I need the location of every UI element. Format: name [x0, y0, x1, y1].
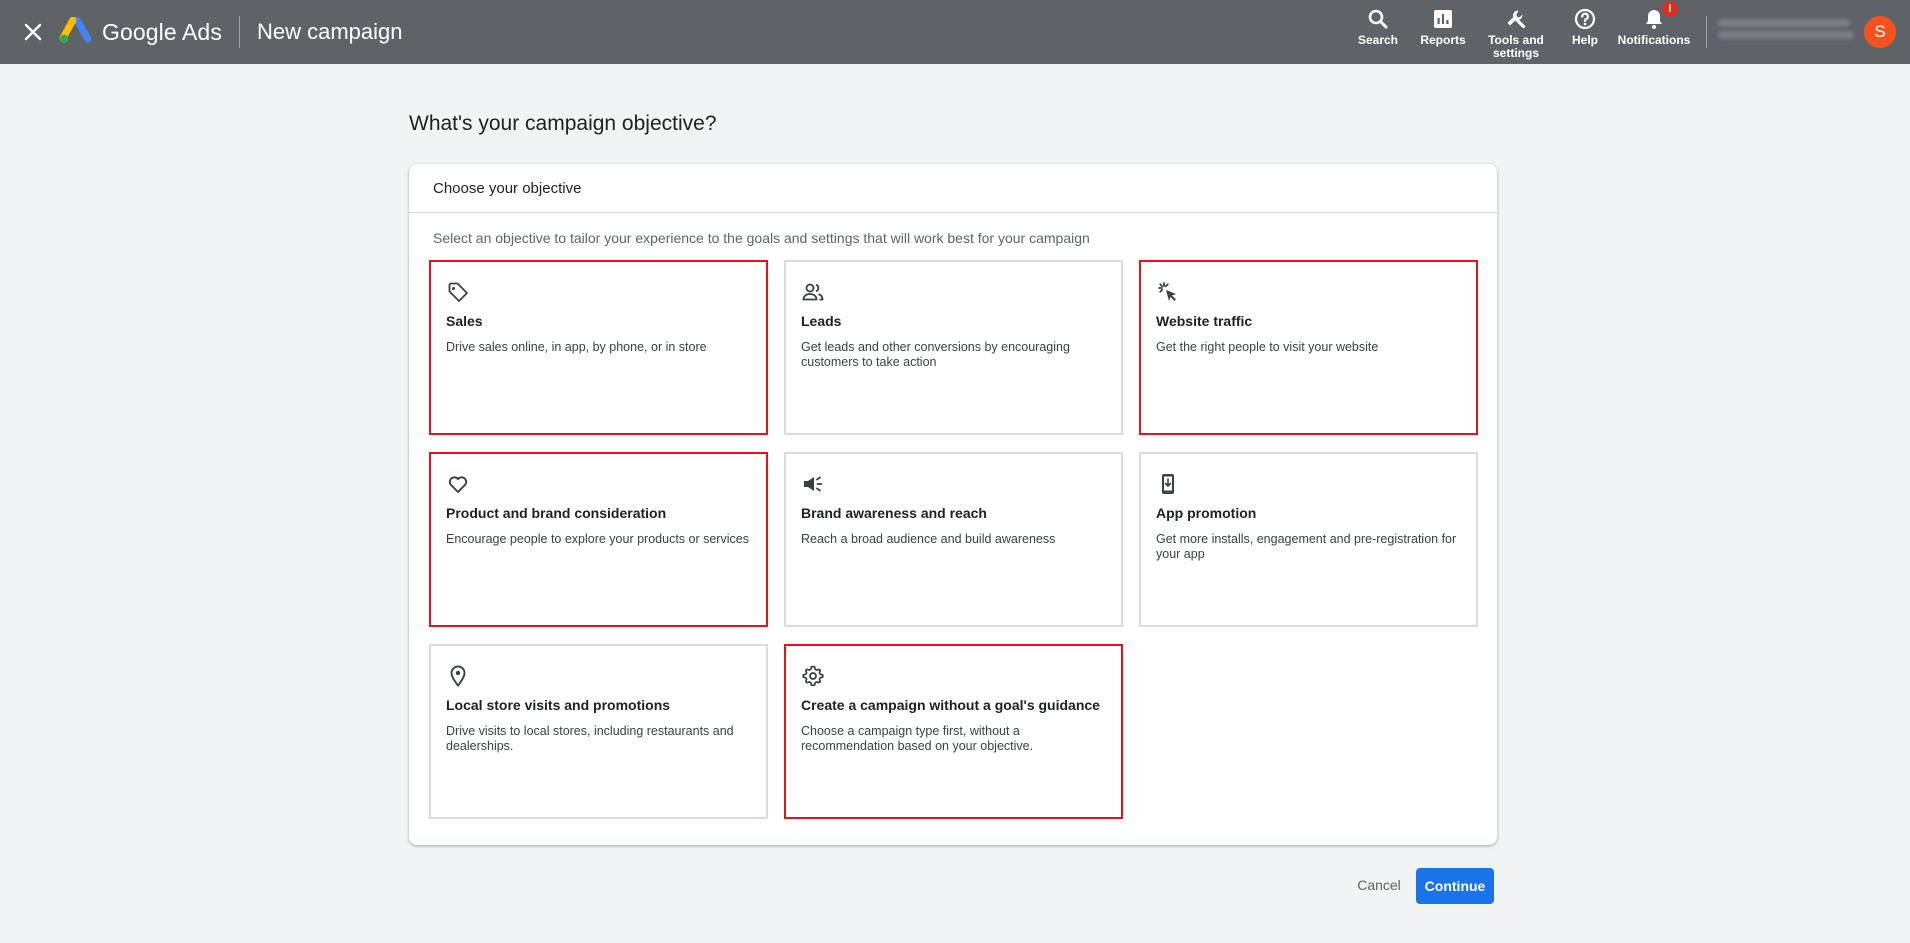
divider — [239, 16, 240, 48]
objective-title: Website traffic — [1156, 313, 1253, 329]
brand-name: Google Ads — [102, 19, 222, 45]
objective-brand-awareness-reach[interactable]: Brand awareness and reach Reach a broad … — [784, 452, 1123, 627]
tag-icon — [448, 282, 468, 302]
objective-description: Get leads and other conversions by encou… — [801, 340, 1070, 369]
objective-title: Create a campaign without a goal's guida… — [801, 697, 1100, 713]
gear-icon — [802, 665, 824, 687]
card-header: Choose your objective — [409, 164, 1497, 213]
objective-no-goal-guidance[interactable]: Create a campaign without a goal's guida… — [784, 644, 1123, 819]
objective-description: Reach a broad audience and build awarene… — [801, 532, 1056, 546]
objective-website-traffic[interactable]: Website traffic Get the right people to … — [1139, 260, 1478, 435]
objective-title: Product and brand consideration — [446, 505, 667, 521]
objective-card: Choose your objective Select an objectiv… — [409, 164, 1497, 845]
notifications-tool-button[interactable]: ! Notifications — [1616, 1, 1692, 47]
tools-settings-button[interactable]: Tools and settings — [1486, 7, 1546, 60]
objective-description: Encourage people to explore your product… — [446, 532, 749, 546]
objective-title: Leads — [801, 313, 842, 329]
notification-badge: ! — [1662, 1, 1678, 17]
reports-tool-button[interactable]: Reports — [1419, 7, 1467, 47]
top-bar: Google Ads New campaign Search Reports T… — [0, 0, 1910, 64]
objective-description: Choose a campaign type first, without a … — [801, 724, 1034, 753]
reports-tool-label: Reports — [1420, 33, 1466, 47]
account-id-redacted — [1718, 19, 1850, 27]
card-subtitle: Select an objective to tailor your exper… — [433, 230, 1090, 246]
google-ads-logo-icon — [59, 17, 91, 44]
bell-icon-wrapper: ! — [1642, 1, 1678, 31]
account-email-redacted — [1718, 31, 1854, 39]
close-icon — [24, 23, 42, 41]
page-title: What's your campaign objective? — [409, 112, 717, 135]
notifications-tool-label: Notifications — [1617, 33, 1691, 47]
close-button[interactable] — [18, 17, 48, 47]
wrench-icon — [1507, 10, 1526, 29]
reports-icon — [1434, 10, 1452, 28]
objective-description: Drive sales online, in app, by phone, or… — [446, 340, 707, 354]
continue-button[interactable]: Continue — [1416, 868, 1494, 904]
tools-settings-label: Tools and settings — [1488, 33, 1544, 60]
help-tool-label: Help — [1571, 33, 1598, 47]
objective-description: Get more installs, engagement and pre-re… — [1156, 532, 1457, 561]
divider — [1706, 16, 1707, 48]
objective-local-store-visits[interactable]: Local store visits and promotions Drive … — [429, 644, 768, 819]
objective-description: Get the right people to visit your websi… — [1156, 340, 1379, 354]
account-info[interactable] — [1718, 15, 1858, 49]
objective-title: Brand awareness and reach — [801, 505, 987, 521]
search-icon — [1368, 9, 1388, 29]
megaphone-icon — [804, 476, 823, 492]
heart-icon — [448, 476, 468, 493]
objective-product-brand-consideration[interactable]: Product and brand consideration Encourag… — [429, 452, 768, 627]
phone-download-icon — [1162, 474, 1174, 494]
help-icon — [1574, 8, 1596, 30]
objective-leads[interactable]: Leads Get leads and other conversions by… — [784, 260, 1123, 435]
objective-app-promotion[interactable]: App promotion Get more installs, engagem… — [1139, 452, 1478, 627]
search-tool-button[interactable]: Search — [1358, 7, 1398, 47]
objective-sales[interactable]: Sales Drive sales online, in app, by pho… — [429, 260, 768, 435]
page-name: New campaign — [257, 19, 403, 44]
cancel-button[interactable]: Cancel — [1348, 867, 1410, 903]
search-tool-label: Search — [1357, 33, 1399, 47]
cursor-click-icon — [1158, 282, 1176, 301]
people-icon — [802, 283, 824, 301]
objective-title: Sales — [446, 313, 483, 329]
objective-title: App promotion — [1156, 505, 1257, 521]
objective-description: Drive visits to local stores, including … — [446, 724, 734, 753]
help-tool-button[interactable]: Help — [1568, 7, 1602, 47]
location-pin-icon — [450, 665, 466, 687]
avatar[interactable]: S — [1864, 16, 1896, 48]
objective-title: Local store visits and promotions — [446, 697, 671, 713]
